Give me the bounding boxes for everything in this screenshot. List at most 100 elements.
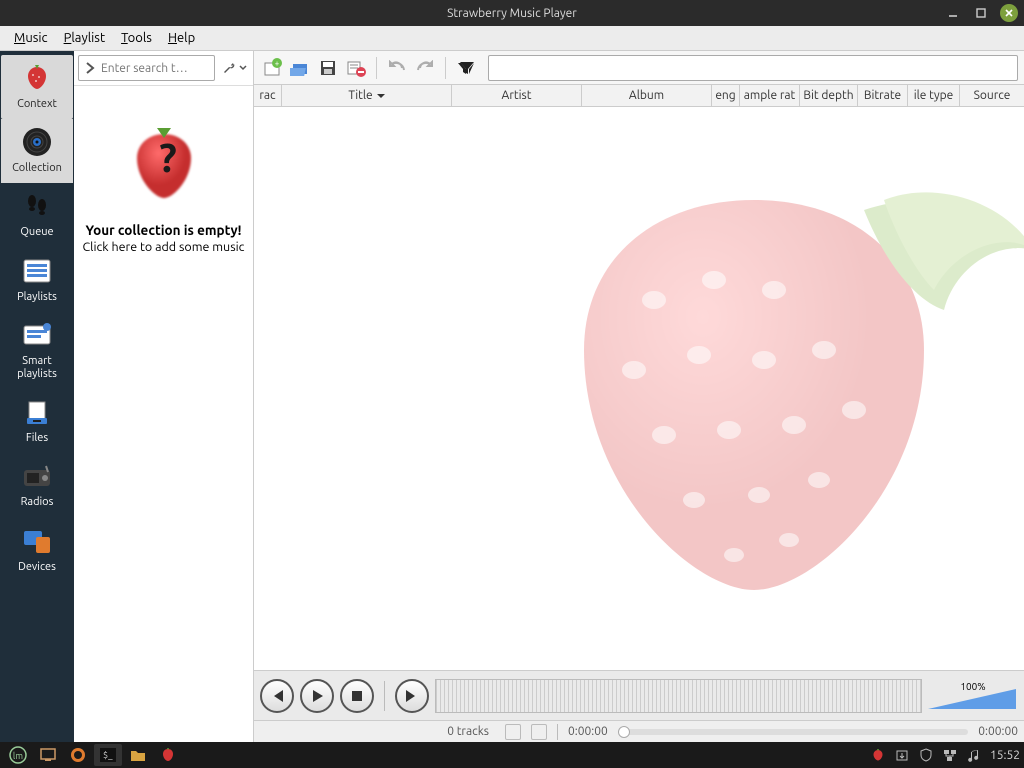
menu-playlist[interactable]: Playlist xyxy=(56,29,113,47)
next-button[interactable] xyxy=(395,679,429,713)
col-length[interactable]: eng xyxy=(712,85,740,106)
separator xyxy=(384,681,385,711)
sidebar-label: Playlists xyxy=(17,291,57,304)
sidebar-tab-context[interactable]: Context xyxy=(1,55,73,119)
window-maximize-button[interactable] xyxy=(972,4,990,22)
filter-toggle-button[interactable] xyxy=(454,56,478,80)
col-bitrate[interactable]: Bitrate xyxy=(858,85,908,106)
sidebar-tab-radios[interactable]: Radios xyxy=(1,453,73,517)
menu-music[interactable]: Music xyxy=(6,29,56,47)
time-elapsed: 0:00:00 xyxy=(568,725,608,738)
playlist-table-header: rac Title Artist Album eng ample rat Bit… xyxy=(254,85,1024,107)
window-minimize-button[interactable] xyxy=(944,4,962,22)
strawberry-icon xyxy=(20,61,54,95)
status-bar: 0 tracks 0:00:00 0:00:00 xyxy=(254,720,1024,742)
sidebar-tab-collection[interactable]: Collection xyxy=(1,119,73,183)
undo-button[interactable] xyxy=(385,56,409,80)
playlist-canvas[interactable] xyxy=(254,107,1024,670)
waveform-display[interactable] xyxy=(435,679,922,713)
collection-search-input[interactable] xyxy=(78,55,215,81)
col-album[interactable]: Album xyxy=(582,85,712,106)
sidebar-tab-files[interactable]: Files xyxy=(1,389,73,453)
devices-icon xyxy=(20,524,54,558)
playlists-icon xyxy=(20,254,54,288)
vinyl-icon xyxy=(20,125,54,159)
svg-text:$_: $_ xyxy=(103,750,113,760)
start-menu-button[interactable]: lm xyxy=(4,744,32,766)
collection-pane: ? Your collection is empty! Click here t… xyxy=(74,51,254,742)
time-total: 0:00:00 xyxy=(978,725,1018,738)
menu-bar: Music Playlist Tools Help xyxy=(0,26,1024,51)
files-icon xyxy=(20,395,54,429)
sidebar-label: Radios xyxy=(21,496,54,509)
redo-button[interactable] xyxy=(413,56,437,80)
col-samplerate[interactable]: ample rat xyxy=(740,85,800,106)
sidebar-label: Smart playlists xyxy=(3,355,71,381)
track-count: 0 tracks xyxy=(260,725,495,738)
open-playlist-button[interactable] xyxy=(288,56,312,80)
tray-strawberry-icon[interactable] xyxy=(870,747,886,763)
repeat-button[interactable] xyxy=(531,724,547,740)
playlist-toolbar: + xyxy=(254,51,1024,85)
empty-hint: Click here to add some music xyxy=(83,240,245,254)
play-button[interactable] xyxy=(300,679,334,713)
taskbar-strawberry[interactable] xyxy=(154,744,182,766)
taskbar-firefox[interactable] xyxy=(64,744,92,766)
sidebar-label: Collection xyxy=(12,162,62,175)
sidebar-tab-smart-playlists[interactable]: Smart playlists xyxy=(1,312,73,389)
sidebar-tab-playlists[interactable]: Playlists xyxy=(1,248,73,312)
tray-updates-icon[interactable] xyxy=(894,747,910,763)
chevron-right-icon xyxy=(83,61,97,75)
titlebar: Strawberry Music Player xyxy=(0,0,1024,26)
sidebar-tab-devices[interactable]: Devices xyxy=(1,518,73,582)
player-controls: 100% xyxy=(254,670,1024,720)
clear-playlist-button[interactable] xyxy=(344,56,368,80)
stop-button[interactable] xyxy=(340,679,374,713)
sidebar-label: Queue xyxy=(20,226,53,239)
svg-text:+: + xyxy=(275,59,280,68)
tray-network-icon[interactable] xyxy=(942,747,958,763)
save-playlist-button[interactable] xyxy=(316,56,340,80)
taskbar-terminal[interactable]: $_ xyxy=(94,744,122,766)
col-source[interactable]: Source xyxy=(960,85,1024,106)
sidebar-label: Files xyxy=(26,432,48,445)
window-title: Strawberry Music Player xyxy=(447,7,577,20)
tray-shield-icon[interactable] xyxy=(918,747,934,763)
new-playlist-button[interactable]: + xyxy=(260,56,284,80)
seek-slider[interactable] xyxy=(618,729,969,735)
empty-collection-icon: ? xyxy=(119,122,209,202)
system-taskbar: lm $_ 15:52 xyxy=(0,742,1024,768)
col-track[interactable]: rac xyxy=(254,85,282,106)
svg-text:?: ? xyxy=(159,135,177,180)
menu-help[interactable]: Help xyxy=(160,29,203,47)
system-tray: 15:52 xyxy=(870,747,1020,763)
dropdown-icon xyxy=(239,64,247,72)
svg-text:lm: lm xyxy=(13,751,23,761)
collection-settings-button[interactable] xyxy=(219,58,249,78)
tray-clock[interactable]: 15:52 xyxy=(990,749,1020,762)
playlist-filter-input[interactable] xyxy=(488,55,1018,81)
show-desktop-button[interactable] xyxy=(34,744,62,766)
sidebar-label: Devices xyxy=(18,561,56,574)
tray-sound-icon[interactable] xyxy=(966,747,982,763)
col-artist[interactable]: Artist xyxy=(452,85,582,106)
shuffle-button[interactable] xyxy=(505,724,521,740)
taskbar-files[interactable] xyxy=(124,744,152,766)
empty-title: Your collection is empty! xyxy=(86,222,242,238)
sidebar-tab-queue[interactable]: Queue xyxy=(1,183,73,247)
smart-playlists-icon xyxy=(20,318,54,352)
playlist-area: + rac Title Artist Album eng ample rat B… xyxy=(254,51,1024,742)
menu-tools[interactable]: Tools xyxy=(113,29,160,47)
volume-control[interactable]: 100% xyxy=(928,681,1018,711)
wrench-icon xyxy=(221,60,237,76)
prev-button[interactable] xyxy=(260,679,294,713)
search-field[interactable] xyxy=(101,62,210,75)
col-bitdepth[interactable]: Bit depth xyxy=(800,85,858,106)
sidebar-label: Context xyxy=(17,98,57,111)
window-close-button[interactable] xyxy=(1000,4,1018,22)
col-filetype[interactable]: ile type xyxy=(908,85,960,106)
col-title[interactable]: Title xyxy=(282,85,452,106)
collection-empty-area[interactable]: ? Your collection is empty! Click here t… xyxy=(74,86,253,742)
background-strawberry-icon xyxy=(514,170,1024,600)
footsteps-icon xyxy=(20,189,54,223)
